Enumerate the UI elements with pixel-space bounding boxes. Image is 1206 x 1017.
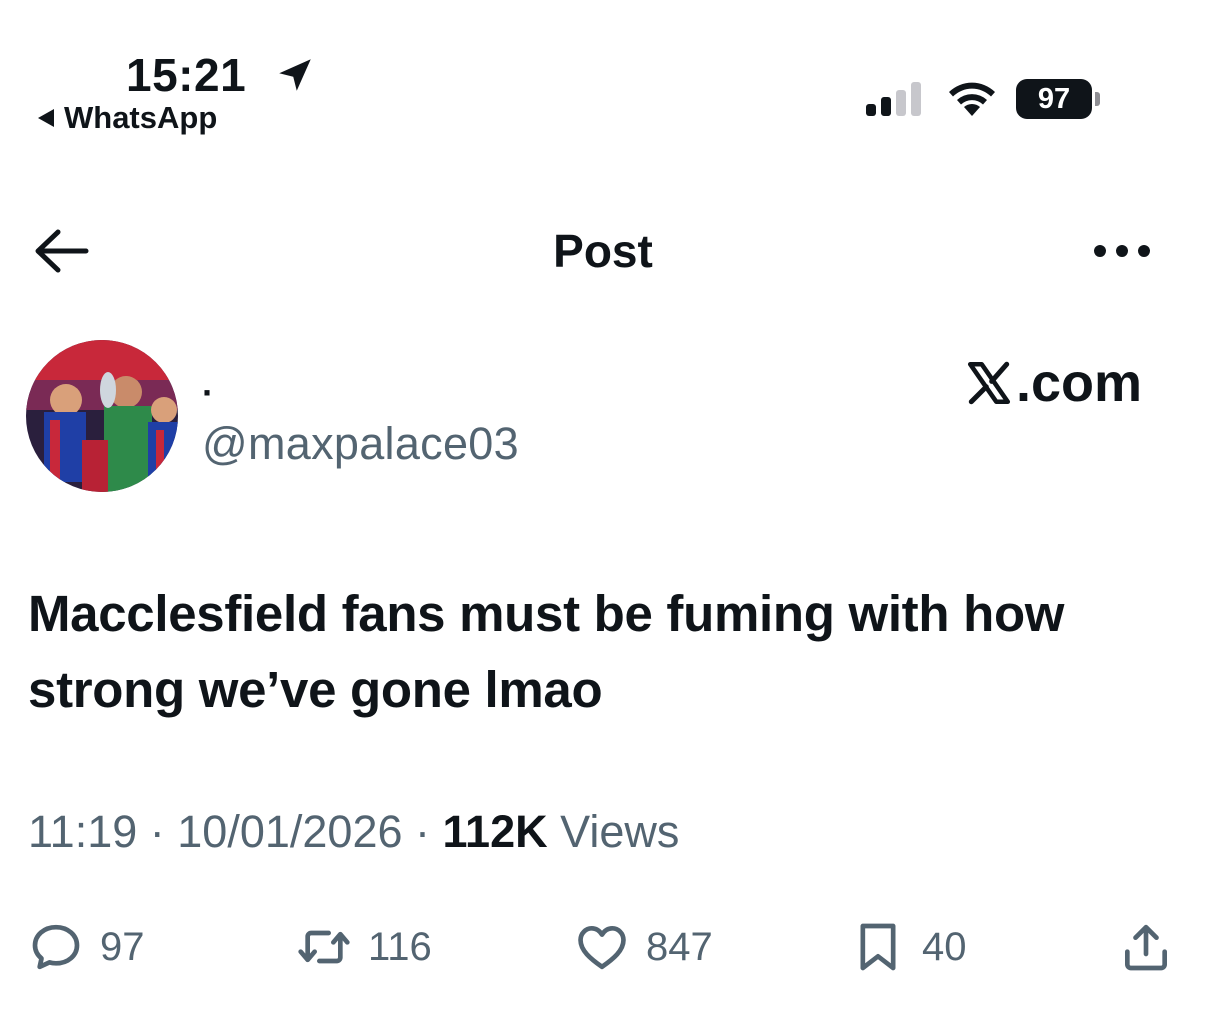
back-app-label: WhatsApp [64,100,218,135]
post-time: 11:19 [28,806,138,857]
like-count: 847 [646,924,713,969]
meta-separator: · [137,806,178,857]
reply-count: 97 [100,924,145,969]
post-meta: 11:19 · 10/01/2026 · 112K Views [28,806,679,858]
x-logo-icon [967,361,1011,405]
reply-icon [32,924,80,970]
battery-indicator: 97 [1016,79,1100,119]
page-title: Post [553,225,653,277]
avatar[interactable] [26,340,178,492]
repost-button[interactable]: 116 [296,912,432,982]
like-button[interactable]: 847 [574,912,713,982]
battery-tip [1095,92,1100,106]
cellular-signal-icon [866,82,921,116]
author-display-name[interactable]: · [202,372,214,414]
avatar-image [26,340,178,492]
share-button[interactable] [1118,912,1174,982]
more-icon[interactable] [1090,236,1154,266]
reply-button[interactable]: 97 [28,912,145,982]
back-to-app-button[interactable]: WhatsApp [38,100,217,136]
meta-separator: · [402,806,443,857]
post-date: 10/01/2026 [177,806,403,857]
x-watermark: .com [964,352,1142,414]
action-bar: 97 116 847 40 [0,912,1206,982]
location-arrow-icon [279,59,311,91]
share-icon [1125,924,1167,971]
watermark-text: .com [1016,353,1143,413]
views-count[interactable]: 112K [443,806,548,857]
like-icon [578,926,626,970]
battery-level: 97 [1016,79,1092,119]
bookmark-count: 40 [922,924,967,969]
repost-icon [298,930,350,964]
views-label: Views [560,806,680,857]
wifi-icon [949,82,995,116]
post-text: Macclesfield fans must be fuming with ho… [28,585,1065,718]
bookmark-button[interactable]: 40 [850,912,967,982]
status-time: 15:21 [126,49,247,101]
repost-count: 116 [368,924,432,969]
author-handle[interactable]: @maxpalace03 [202,418,519,470]
bookmark-icon [860,923,896,971]
back-triangle-icon [38,109,54,127]
